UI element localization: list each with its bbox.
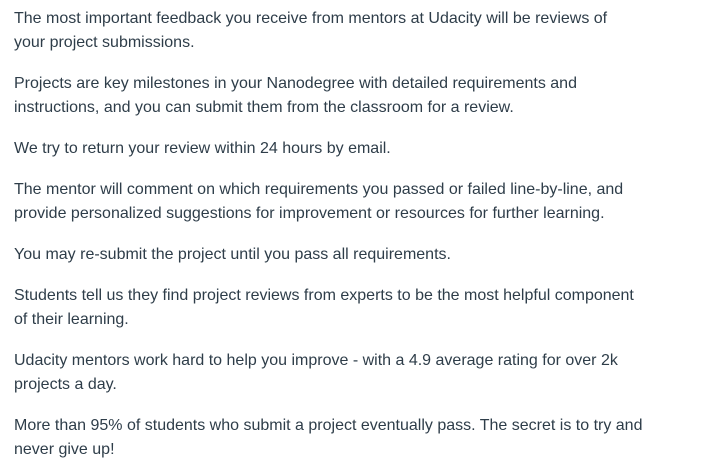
paragraph-review-feedback: The most important feedback you receive …: [14, 10, 608, 51]
paragraph-mentor-rating: Udacity mentors work hard to help you im…: [14, 352, 618, 393]
paragraph-pass-rate: More than 95% of students who submit a p…: [14, 417, 643, 458]
paragraph-student-feedback: Students tell us they find project revie…: [14, 287, 634, 328]
project-review-info: The most important feedback you receive …: [14, 7, 699, 462]
paragraph-projects-milestones: Projects are key milestones in your Nano…: [14, 75, 577, 116]
paragraph-review-turnaround: We try to return your review within 24 h…: [14, 140, 391, 157]
paragraph-resubmit: You may re-submit the project until you …: [14, 246, 451, 263]
paragraph-mentor-comments: The mentor will comment on which require…: [14, 181, 624, 222]
